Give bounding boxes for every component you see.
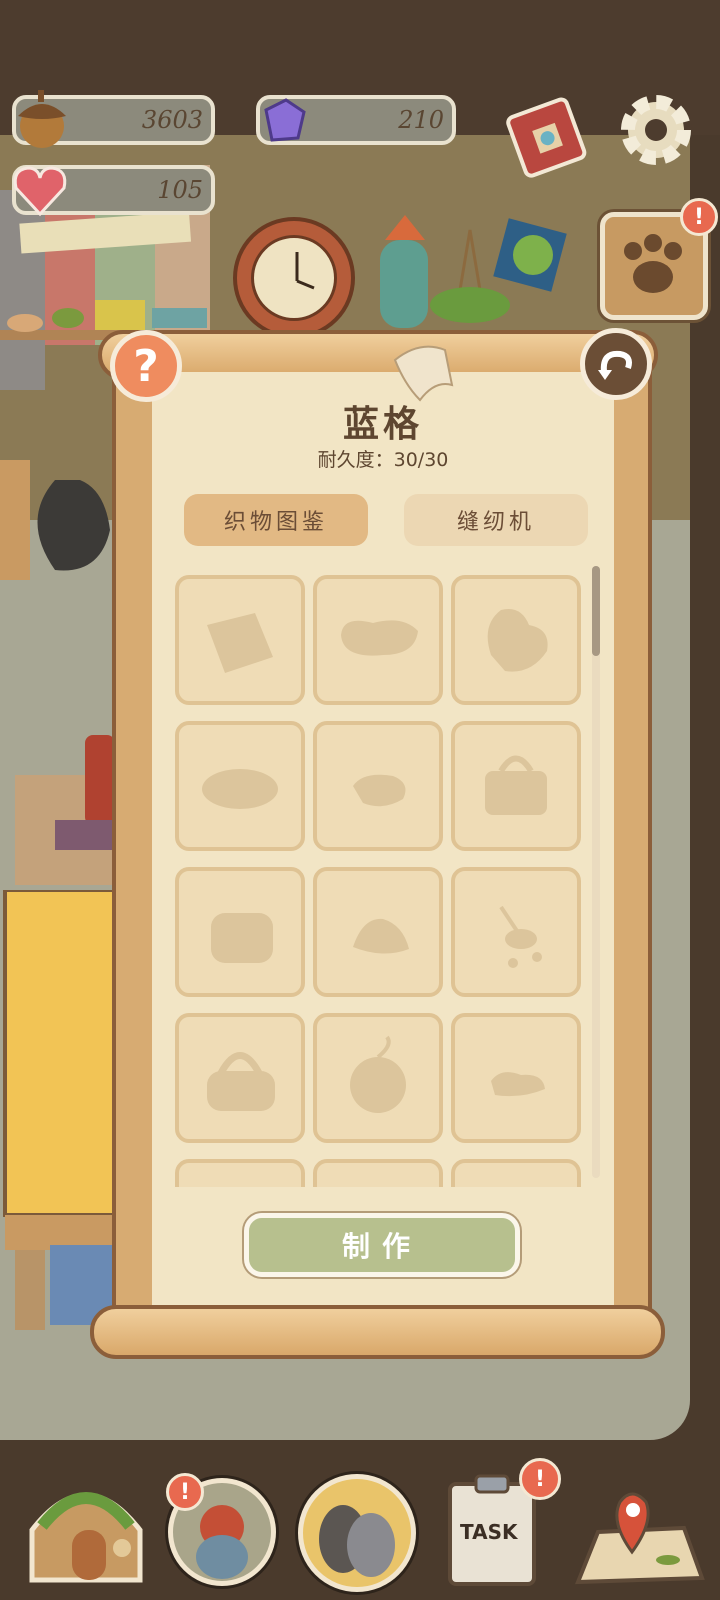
gem-count: 210	[398, 106, 444, 134]
wall-clock	[233, 217, 355, 339]
clock-hands	[295, 252, 315, 290]
mobile-silhouette-icon	[499, 905, 542, 968]
slipper-silhouette-icon	[491, 1072, 545, 1097]
grid-item-cloth[interactable]	[175, 575, 305, 705]
sack-decoration	[0, 460, 110, 580]
grid-item-cushion[interactable]	[313, 721, 443, 851]
grid-item-locked[interactable]	[313, 1159, 443, 1187]
pillow-silhouette-icon	[341, 620, 418, 656]
cloth-silhouette-icon	[207, 613, 273, 673]
grid-item-rug[interactable]	[175, 721, 305, 851]
cushion-silhouette-icon	[353, 774, 406, 807]
grid-item-pouch[interactable]	[175, 867, 305, 997]
map-nav-button[interactable]	[572, 1482, 708, 1592]
clock-face	[251, 235, 337, 321]
mitten-silhouette-icon	[487, 609, 548, 672]
back-button[interactable]	[580, 328, 652, 400]
rug-silhouette-icon	[202, 769, 278, 809]
panel-title: 蓝格	[342, 403, 423, 445]
book-icon[interactable]	[500, 92, 590, 182]
handbag-silhouette-icon	[207, 1052, 275, 1111]
scroll-bottom-rod	[90, 1305, 665, 1359]
grid-item-slipper[interactable]	[451, 1013, 581, 1143]
grid-item-ball[interactable]	[313, 1013, 443, 1143]
scrollbar-track[interactable]	[592, 566, 600, 1178]
grid-item-mitten[interactable]	[451, 575, 581, 705]
acorn-icon	[18, 90, 66, 148]
grid-item-pillow[interactable]	[313, 575, 443, 705]
grid-item-locked[interactable]	[175, 1159, 305, 1187]
back-arrow-icon	[598, 350, 632, 380]
task-label: TASK	[460, 1520, 518, 1544]
grid-item-mobile[interactable]	[451, 867, 581, 997]
home-nav-button[interactable]	[22, 1470, 150, 1588]
grid-item-handbag[interactable]	[175, 1013, 305, 1143]
sewing-machine-decoration	[15, 735, 115, 885]
grid-item-hat[interactable]	[313, 867, 443, 997]
task-notification-badge: !	[519, 1458, 561, 1500]
character-notification-badge: !	[166, 1473, 204, 1511]
heart-count: 105	[157, 176, 203, 204]
hat-silhouette-icon	[353, 918, 409, 954]
acorn-count: 3603	[141, 106, 203, 134]
bag-silhouette-icon	[485, 755, 547, 815]
bed-decoration	[3, 890, 115, 1330]
grid-item-locked[interactable]	[451, 1159, 581, 1187]
pouch-silhouette-icon	[211, 913, 273, 963]
durability-text: 耐久度：30/30	[317, 449, 449, 471]
help-button[interactable]: ?	[110, 330, 182, 402]
tab-sewing-machine[interactable]: 缝纫机	[404, 494, 588, 546]
scrollbar-thumb[interactable]	[592, 566, 600, 656]
paw-notification-badge: !	[680, 198, 718, 236]
friends-nav-button[interactable]	[298, 1474, 416, 1592]
handshake-icon	[319, 1505, 395, 1577]
gear-icon[interactable]	[616, 90, 696, 170]
heart-icon	[13, 166, 67, 217]
fabric-item-grid	[175, 575, 587, 1187]
gem-icon	[264, 98, 306, 142]
room-edge	[690, 135, 720, 1445]
make-button[interactable]: 制作	[244, 1213, 520, 1277]
tab-fabric-encyclopedia[interactable]: 织物图鉴	[184, 494, 368, 546]
plant-decoration	[380, 215, 567, 328]
question-icon: ?	[133, 340, 159, 392]
grid-item-bag[interactable]	[451, 721, 581, 851]
ball-silhouette-icon	[350, 1035, 406, 1113]
cloth-thumbnail-icon	[393, 345, 454, 402]
